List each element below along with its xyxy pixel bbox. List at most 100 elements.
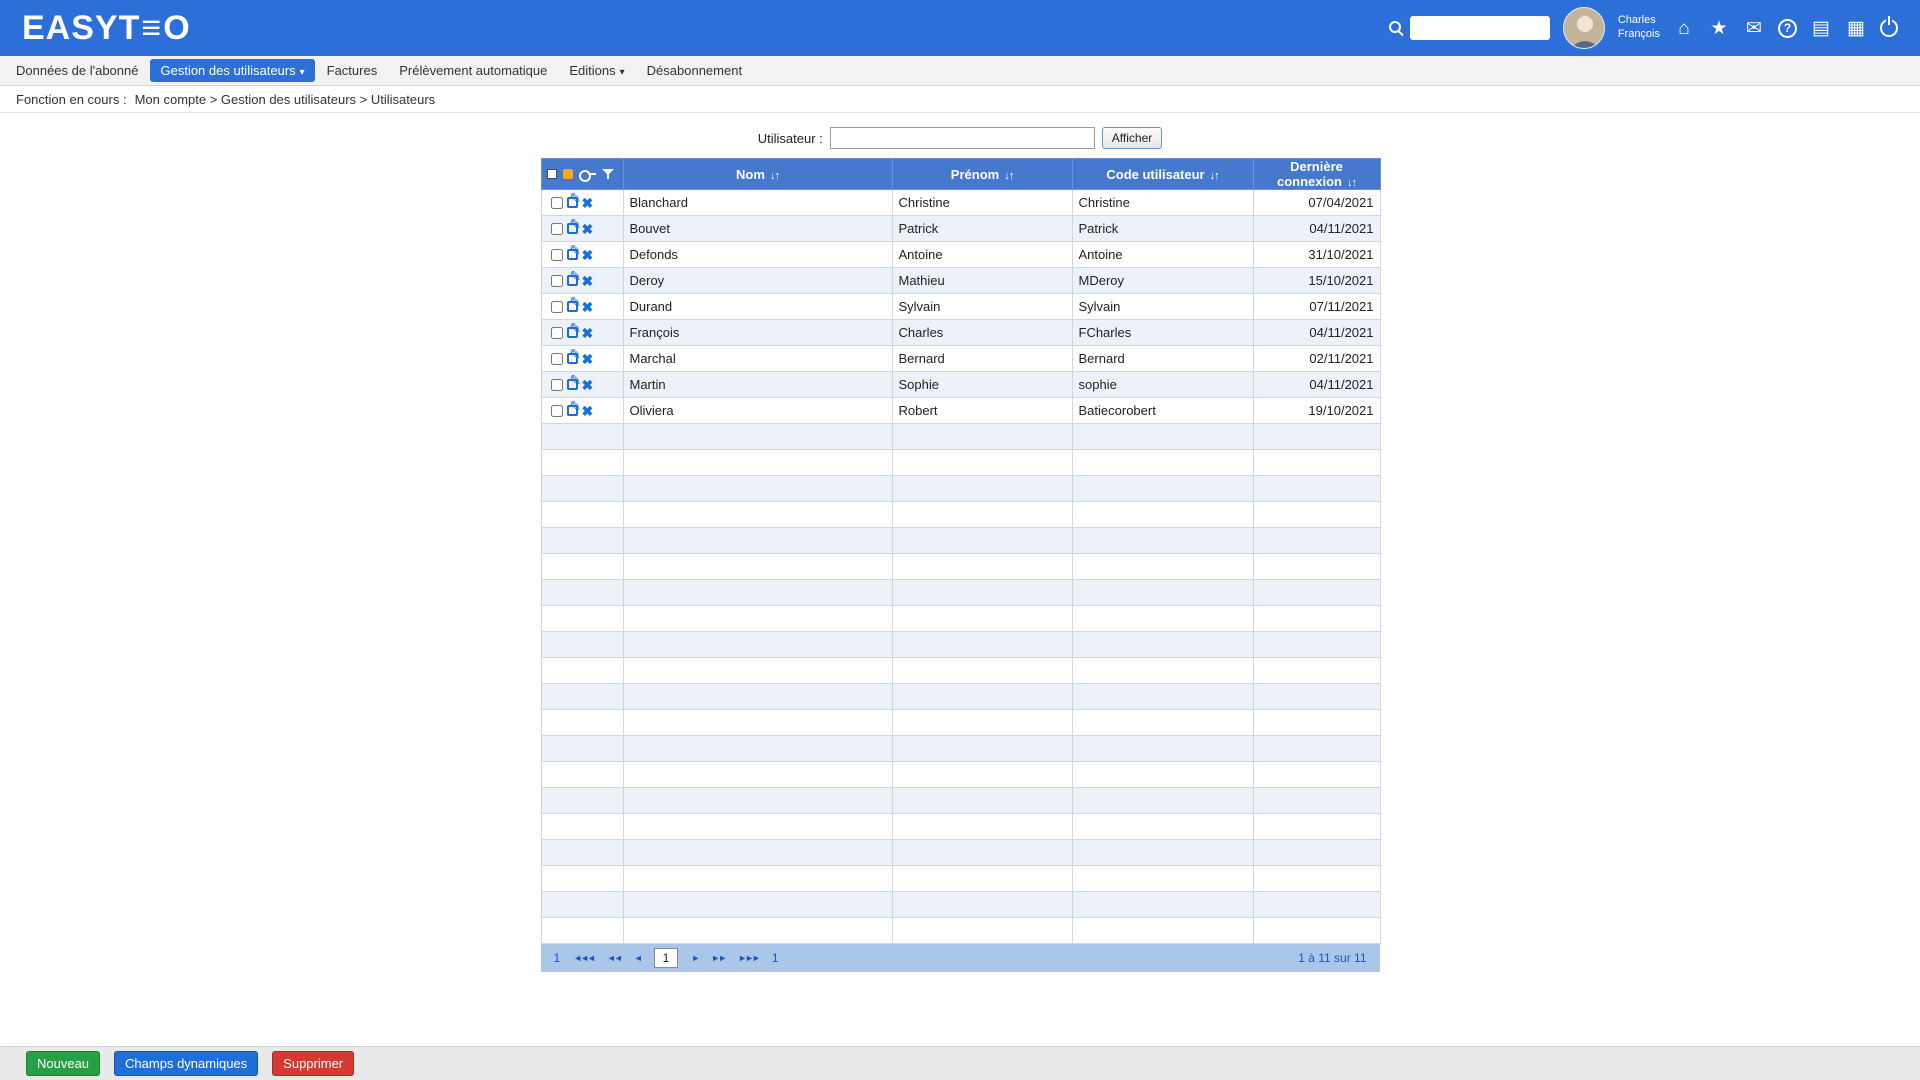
empty-table-row (540, 891, 1381, 918)
empty-cell (540, 501, 624, 528)
pagination-fast-next-icon[interactable]: ►► (711, 953, 727, 963)
delete-icon[interactable]: ✖ (582, 352, 594, 366)
sort-icon[interactable]: ↓↑ (1347, 177, 1357, 189)
cell-derniere-connexion: 04/11/2021 (1252, 371, 1381, 398)
user-filter-input[interactable] (829, 127, 1095, 149)
star-favorites-icon[interactable]: ★ (1708, 19, 1730, 38)
empty-cell (622, 605, 893, 632)
easyteo-logo[interactable]: EASYT ≡ O (22, 9, 191, 48)
pagination-current-page[interactable]: 1 (653, 947, 679, 968)
cell-prenom: Sophie (891, 371, 1073, 398)
apps-grid-icon[interactable]: ▦ (1845, 19, 1867, 38)
empty-table-row (540, 605, 1381, 632)
row-checkbox[interactable] (550, 274, 563, 287)
filter-funnel-icon[interactable] (601, 168, 614, 180)
supprimer-button[interactable]: Supprimer (272, 1051, 355, 1076)
sort-icon[interactable]: ↓↑ (1004, 170, 1014, 182)
table-row[interactable]: ✖ Blanchard Christine Christine 07/04/20… (540, 189, 1381, 216)
edit-icon[interactable] (566, 373, 581, 390)
row-checkbox[interactable] (550, 404, 563, 417)
row-checkbox[interactable] (550, 248, 563, 261)
pagination-fast-prev-icon[interactable]: ◄◄ (607, 953, 623, 963)
delete-icon[interactable]: ✖ (582, 274, 594, 288)
row-checkbox[interactable] (550, 352, 563, 365)
row-checkbox[interactable] (550, 222, 563, 235)
pagination-last-icon[interactable]: ►►► (738, 953, 761, 963)
empty-cell (1071, 787, 1254, 814)
table-row[interactable]: ✖ François Charles FCharles 04/11/2021 (540, 319, 1381, 346)
sort-icon[interactable]: ↓↑ (1210, 170, 1220, 182)
nouveau-button[interactable]: Nouveau (26, 1051, 101, 1076)
cell-nom: Defonds (622, 241, 893, 268)
edit-icon[interactable] (566, 269, 581, 286)
power-logout-icon[interactable] (1880, 14, 1898, 37)
table-row[interactable]: ✖ Oliviera Robert Batiecorobert 19/10/20… (540, 397, 1381, 424)
edit-icon[interactable] (566, 217, 581, 234)
delete-icon[interactable]: ✖ (582, 404, 594, 418)
edit-icon[interactable] (566, 191, 581, 208)
table-row[interactable]: ✖ Defonds Antoine Antoine 31/10/2021 (540, 241, 1381, 268)
delete-icon[interactable]: ✖ (582, 326, 594, 340)
empty-cell (1252, 449, 1381, 476)
cell-code-utilisateur: MDeroy (1071, 267, 1254, 294)
delete-icon[interactable]: ✖ (582, 222, 594, 236)
empty-cell (540, 475, 624, 502)
delete-icon[interactable]: ✖ (582, 196, 594, 210)
empty-cell (1071, 553, 1254, 580)
menu-item-donnees-abonne[interactable]: Données de l'abonné (6, 59, 148, 82)
pagination-prev-icon[interactable]: ◄ (634, 953, 643, 963)
delete-icon[interactable]: ✖ (582, 248, 594, 262)
delete-icon[interactable]: ✖ (582, 378, 594, 392)
help-icon[interactable]: ? (1778, 18, 1797, 38)
empty-table-row (540, 735, 1381, 762)
cell-code-utilisateur: Christine (1071, 189, 1254, 216)
table-row[interactable]: ✖ Martin Sophie sophie 04/11/2021 (540, 371, 1381, 398)
pagination-first-page-label[interactable]: 1 (554, 951, 561, 965)
empty-cell (540, 761, 624, 788)
home-icon[interactable]: ⌂ (1673, 19, 1695, 38)
row-checkbox[interactable] (550, 196, 563, 209)
menu-item-factures[interactable]: Factures (317, 59, 388, 82)
user-name[interactable]: Charles François (1618, 14, 1660, 42)
empty-cell (1071, 501, 1254, 528)
edit-icon[interactable] (566, 347, 581, 364)
menu-item-prelevement-automatique[interactable]: Prélèvement automatique (389, 59, 557, 82)
empty-table-row (540, 579, 1381, 606)
row-checkbox[interactable] (550, 378, 563, 391)
table-row[interactable]: ✖ Durand Sylvain Sylvain 07/11/2021 (540, 293, 1381, 320)
select-all-checkbox[interactable] (546, 169, 557, 179)
user-avatar[interactable] (1562, 7, 1605, 49)
empty-cell (540, 579, 624, 606)
delete-icon[interactable]: ✖ (582, 300, 594, 314)
edit-icon[interactable] (566, 295, 581, 312)
sort-icon[interactable]: ↓↑ (770, 170, 780, 182)
document-list-icon[interactable]: ▤ (1810, 19, 1832, 38)
edit-icon[interactable] (566, 399, 581, 416)
mail-icon[interactable]: ✉ (1743, 19, 1765, 38)
table-row[interactable]: ✖ Deroy Mathieu MDeroy 15/10/2021 (540, 267, 1381, 294)
column-header-prenom[interactable]: Prénom ↓↑ (891, 158, 1073, 190)
menu-item-gestion-utilisateurs[interactable]: Gestion des utilisateurs ▾ (150, 59, 315, 82)
row-checkbox[interactable] (550, 300, 563, 313)
menu-item-editions[interactable]: Editions ▾ (559, 59, 634, 82)
column-header-derniere-connexion[interactable]: Dernière connexion ↓↑ (1252, 158, 1381, 190)
column-header-code-utilisateur[interactable]: Code utilisateur ↓↑ (1071, 158, 1254, 190)
empty-cell (622, 813, 893, 840)
pagination-first-icon[interactable]: ◄◄◄ (573, 953, 596, 963)
champs-dynamiques-button[interactable]: Champs dynamiques (114, 1051, 259, 1076)
pagination-next-icon[interactable]: ► (691, 953, 700, 963)
table-row[interactable]: ✖ Bouvet Patrick Patrick 04/11/2021 (540, 215, 1381, 242)
empty-cell (1252, 605, 1381, 632)
topbar-search-input[interactable] (1409, 16, 1550, 40)
orange-square-icon[interactable] (562, 169, 573, 179)
menu-item-desabonnement[interactable]: Désabonnement (637, 59, 752, 82)
pagination-last-page-label[interactable]: 1 (772, 951, 779, 965)
afficher-button[interactable]: Afficher (1101, 127, 1163, 149)
edit-icon[interactable] (566, 321, 581, 338)
key-icon[interactable] (578, 168, 596, 182)
column-header-nom[interactable]: Nom ↓↑ (622, 158, 893, 190)
edit-icon[interactable] (566, 243, 581, 260)
row-checkbox[interactable] (550, 326, 563, 339)
empty-cell (1252, 709, 1381, 736)
table-row[interactable]: ✖ Marchal Bernard Bernard 02/11/2021 (540, 345, 1381, 372)
